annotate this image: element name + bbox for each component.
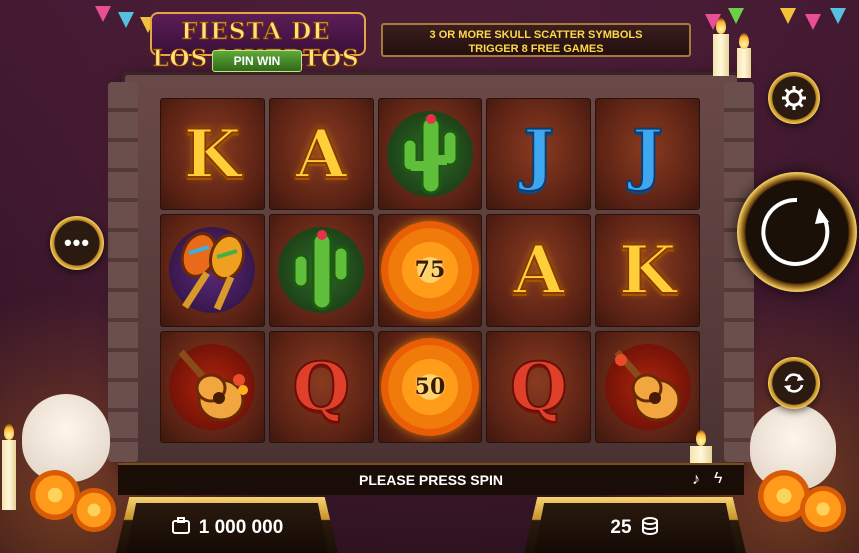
symbol-a: A: [512, 231, 565, 310]
reel-grid: K A J J 75 A K Q 50 Q: [160, 98, 700, 443]
candle: [737, 48, 751, 78]
guitar-icon: [613, 349, 681, 422]
reel-cell: [268, 214, 374, 327]
flower-value: 75: [414, 257, 446, 284]
sugar-skull-decoration: [22, 394, 110, 482]
marigold-decoration: [72, 488, 116, 532]
reel-cell: Q: [268, 330, 374, 443]
coins-icon: [640, 516, 660, 541]
menu-button[interactable]: •••: [50, 216, 104, 270]
reel-cell: 75: [377, 214, 483, 327]
symbol-j: J: [522, 115, 555, 194]
reel-cell: K: [595, 214, 700, 327]
bet-panel[interactable]: 25: [524, 497, 746, 553]
marigold-decoration: [800, 486, 846, 532]
guitar-icon: [178, 349, 249, 422]
more-icon: •••: [63, 230, 91, 255]
reel-cell: A: [486, 214, 592, 327]
spin-icon: [761, 197, 830, 266]
game-subtitle: PIN WIN: [212, 50, 302, 72]
autoplay-icon: [784, 373, 804, 393]
info-banner: 3 OR MORE SKULL SCATTER SYMBOLS TRIGGER …: [381, 23, 691, 57]
gear-icon: [782, 86, 806, 110]
game-logo: FIESTA DE LOS MUERTOS PIN WIN: [150, 6, 366, 73]
info-line-2: TRIGGER 8 FREE GAMES: [468, 43, 604, 55]
autoplay-button[interactable]: [768, 357, 820, 409]
bet-value: 25: [610, 517, 632, 538]
candle-flame: [739, 33, 749, 49]
reel-cell: [160, 330, 265, 443]
spin-button[interactable]: [737, 172, 857, 292]
maracas-icon: [181, 232, 246, 311]
reel-cell: Q: [486, 330, 592, 443]
candle: [2, 440, 16, 510]
lightning-icon[interactable]: ϟ: [714, 470, 722, 488]
symbol-a: A: [295, 115, 348, 194]
candle-flame: [696, 430, 706, 446]
reel-cell: K: [160, 98, 265, 211]
reel-cell: [377, 98, 483, 211]
reel-cell: J: [486, 98, 592, 211]
reel-cell: 50: [377, 330, 483, 443]
cactus-icon: [401, 114, 459, 195]
info-line-1: 3 OR MORE SKULL SCATTER SYMBOLS: [429, 29, 643, 41]
symbol-j: J: [631, 115, 664, 194]
reel-cell: [595, 330, 700, 443]
reel-cell: A: [268, 98, 374, 211]
symbol-k: K: [183, 115, 242, 194]
reel-cell: J: [595, 98, 700, 211]
balance-inner: 1 000 000: [126, 503, 328, 553]
balance-panel: 1 000 000: [116, 497, 338, 553]
balance-value: 1 000 000: [198, 517, 284, 538]
candle-flame: [716, 18, 726, 34]
status-message: PLEASE PRESS SPIN: [359, 472, 503, 488]
wallet-icon: [171, 516, 191, 540]
reel-cell: [160, 214, 265, 327]
settings-button[interactable]: [768, 72, 820, 124]
candle: [713, 34, 729, 76]
symbol-k: K: [618, 231, 677, 310]
symbol-q: Q: [291, 347, 350, 426]
flower-value: 50: [414, 373, 446, 400]
candle-flame: [4, 424, 14, 440]
bet-inner: 25: [534, 503, 736, 553]
cactus-icon: [292, 230, 350, 311]
music-note-icon[interactable]: ♪: [692, 471, 700, 489]
symbol-q: Q: [509, 347, 568, 426]
status-bar: PLEASE PRESS SPIN ♪ ϟ: [118, 463, 744, 495]
